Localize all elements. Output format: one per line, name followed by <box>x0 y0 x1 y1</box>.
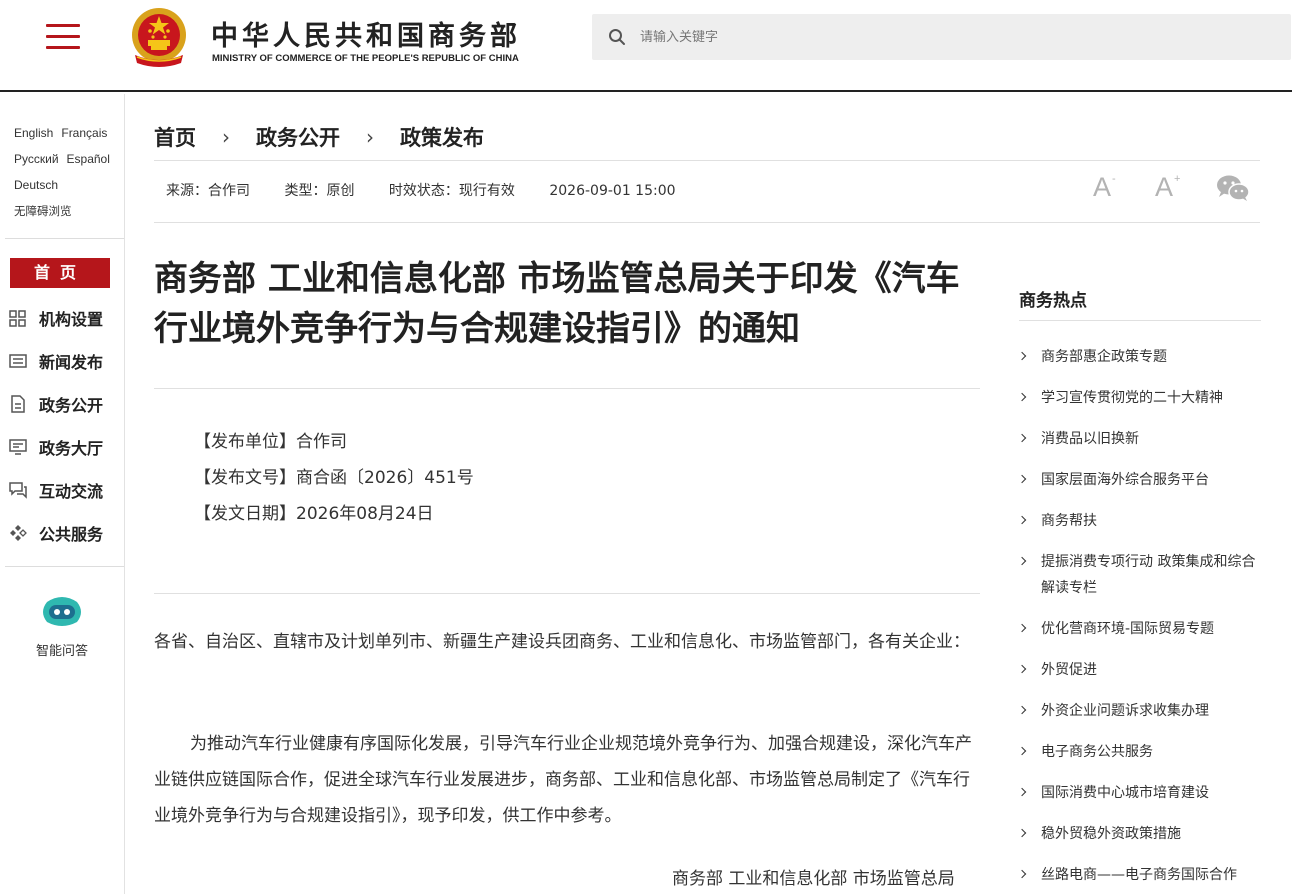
hot-topic-item[interactable]: 商务部惠企政策专题 <box>1018 344 1268 370</box>
divider <box>154 388 980 389</box>
lang-spanish[interactable]: Español <box>67 152 110 166</box>
divider <box>154 160 1260 161</box>
sidebar-divider <box>5 238 124 239</box>
font-decrease-label: A <box>1093 172 1112 202</box>
sidebar-item-label: 新闻发布 <box>39 352 104 372</box>
sidebar-item-service-hall[interactable]: 政务大厅 <box>0 425 124 468</box>
minus-label: - <box>1112 173 1116 185</box>
sidebar-item-label: 政务大厅 <box>39 438 104 458</box>
search-icon[interactable] <box>608 28 626 46</box>
hot-topic-item[interactable]: 学习宣传贯彻党的二十大精神 <box>1018 385 1268 411</box>
breadcrumb-policy[interactable]: 政策发布 <box>400 122 484 152</box>
font-increase-button[interactable]: A+ <box>1155 172 1180 203</box>
hot-topic-item[interactable]: 稳外贸稳外资政策措施 <box>1018 821 1268 847</box>
divider <box>154 593 980 594</box>
sidebar-item-public-service[interactable]: 公共服务 <box>0 511 124 554</box>
sidebar-item-label: 政务公开 <box>39 395 104 415</box>
lang-french[interactable]: Français <box>61 126 107 140</box>
hot-topic-item[interactable]: 优化营商环境-国际贸易专题 <box>1018 616 1268 642</box>
grid-icon <box>9 309 26 327</box>
hot-topic-item[interactable]: 国家层面海外综合服务平台 <box>1018 467 1268 493</box>
smart-qa-label: 智能问答 <box>35 644 88 659</box>
article-paragraph: 为推动汽车行业健康有序国际化发展，引导汽车行业企业规范境外竞争行为、加强合规建设… <box>154 734 972 826</box>
national-emblem-icon[interactable] <box>129 7 189 69</box>
article-signature: 商务部 工业和信息化部 市场监管总局 <box>672 869 955 889</box>
divider <box>1019 320 1261 321</box>
hot-topic-item[interactable]: 外贸促进 <box>1018 657 1268 683</box>
sidebar-item-news[interactable]: 新闻发布 <box>0 339 124 382</box>
sidebar-item-label: 机构设置 <box>39 309 104 329</box>
search-bar <box>592 14 1291 60</box>
breadcrumb-gov-affairs[interactable]: 政务公开 <box>256 122 340 152</box>
hot-topic-item[interactable]: 提振消费专项行动 政策集成和综合解读专栏 <box>1018 549 1268 601</box>
sidebar-item-label: 互动交流 <box>39 481 104 501</box>
document-icon <box>11 394 25 413</box>
menu-icon[interactable] <box>46 24 80 50</box>
sidebar-item-organization[interactable]: 机构设置 <box>0 296 124 339</box>
search-input[interactable] <box>640 29 1240 45</box>
lang-russian[interactable]: Русский <box>14 152 59 166</box>
news-icon <box>9 353 27 368</box>
accessibility-link[interactable]: 无障碍浏览 <box>14 204 72 218</box>
plus-label: + <box>1174 173 1181 185</box>
hot-topic-item[interactable]: 外资企业问题诉求收集办理 <box>1018 698 1268 724</box>
hot-topics-title: 商务热点 <box>1019 291 1087 311</box>
meta-status: 时效状态：现行有效 <box>388 183 515 199</box>
article-title: 商务部 工业和信息化部 市场监管总局关于印发《汽车行业境外竞争行为与合规建设指引… <box>154 259 960 349</box>
divider <box>154 222 1260 223</box>
breadcrumb: 首页 › 政务公开 › 政策发布 <box>154 122 484 152</box>
meta-source: 来源：合作司 <box>166 183 250 199</box>
chevron-right-icon: › <box>366 125 374 149</box>
hot-topic-item[interactable]: 丝路电商——电子商务国际合作 <box>1018 862 1268 888</box>
meta-type: 类型：原创 <box>284 183 355 199</box>
issuer: 【发布单位】合作司 <box>194 432 347 452</box>
sidebar-item-label: 公共服务 <box>39 524 104 544</box>
hot-topic-item[interactable]: 国际消费中心城市培育建设 <box>1018 780 1268 806</box>
sidebar-divider <box>5 566 124 567</box>
breadcrumb-home[interactable]: 首页 <box>154 122 196 152</box>
article-meta: 来源：合作司 类型：原创 时效状态：现行有效 2026-09-01 15:00 <box>166 180 706 200</box>
service-icon <box>10 524 27 541</box>
site-title: 中华人民共和国商务部 <box>211 21 521 52</box>
document-info: 【发布单位】合作司 【发布文号】商合函〔2026〕451号 【发文日期】2026… <box>194 424 474 532</box>
left-sidebar: English Français Русский Español Deutsch 无… <box>0 94 125 894</box>
font-decrease-button[interactable]: A- <box>1093 172 1116 203</box>
hall-icon <box>9 438 27 455</box>
site-subtitle: MINISTRY OF COMMERCE OF THE PEOPLE'S REP… <box>212 53 519 64</box>
sidebar-item-interaction[interactable]: 互动交流 <box>0 468 124 511</box>
hot-topic-item[interactable]: 商务帮扶 <box>1018 508 1268 534</box>
hot-topics-list: 商务部惠企政策专题 学习宣传贯彻党的二十大精神 消费品以旧换新 国家层面海外综合… <box>1018 344 1268 894</box>
lang-german[interactable]: Deutsch <box>14 178 58 192</box>
issue-date: 【发文日期】2026年08月24日 <box>194 504 434 524</box>
chatbot-icon <box>43 597 81 626</box>
wechat-share-icon[interactable] <box>1216 174 1250 202</box>
sidebar-item-gov-affairs[interactable]: 政务公开 <box>0 382 124 425</box>
chat-icon <box>9 481 27 499</box>
lang-english[interactable]: English <box>14 126 53 140</box>
hot-topic-item[interactable]: 电子商务公共服务 <box>1018 739 1268 765</box>
chevron-right-icon: › <box>222 125 230 149</box>
meta-datetime: 2026-09-01 15:00 <box>549 183 676 199</box>
font-increase-label: A <box>1155 172 1174 202</box>
hot-topic-item[interactable]: 消费品以旧换新 <box>1018 426 1268 452</box>
sidebar-item-home[interactable]: 首页 <box>10 258 110 288</box>
site-header: 中华人民共和国商务部 MINISTRY OF COMMERCE OF THE P… <box>0 0 1292 92</box>
article-salutation: 各省、自治区、直辖市及计划单列市、新疆生产建设兵团商务、工业和信息化、市场监管部… <box>154 632 970 652</box>
smart-qa-button[interactable]: 智能问答 <box>0 594 124 659</box>
language-links: English Français Русский Español Deutsch 无… <box>0 94 124 224</box>
sidebar-nav: 首页 机构设置 新闻发布 政务公开 政务大厅 互动交流 公共服务 <box>0 258 124 554</box>
document-number: 【发布文号】商合函〔2026〕451号 <box>194 468 474 488</box>
